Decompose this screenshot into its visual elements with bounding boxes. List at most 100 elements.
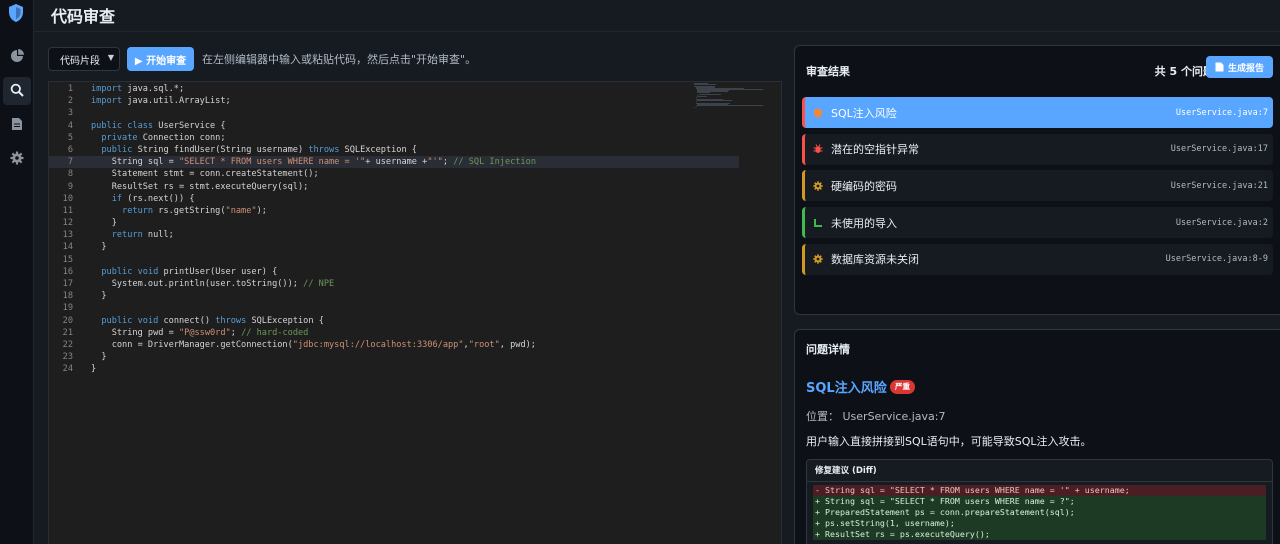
diff-title: 修复建议 (Diff) [807, 460, 1272, 482]
line-text: Statement stmt = conn.createStatement(); [91, 169, 319, 180]
issue-list-item[interactable]: SQL注入风险 UserService.java:7 [802, 97, 1273, 128]
issue-list-item[interactable]: 硬编码的密码 UserService.java:21 [802, 170, 1273, 202]
line-number: 21 [62, 327, 73, 338]
line-text: ResultSet rs = stmt.executeQuery(sql); [91, 181, 309, 192]
code-line[interactable]: 20 public void connect() throws SQLExcep… [49, 315, 739, 327]
issue-file-location: UserService.java:21 [1170, 180, 1268, 191]
line-text: public String findUser(String username) … [101, 144, 417, 155]
issue-description: 用户输入直接拼接到SQL语句中，可能导致SQL注入攻击。 [806, 435, 1092, 448]
diff-line-removed: - String sql = "SELECT * FROM users WHER… [813, 485, 1266, 496]
code-line[interactable]: 22 conn = DriverManager.getConnection("j… [49, 339, 739, 351]
line-text: return null; [111, 230, 174, 241]
diff-body: - String sql = "SELECT * FROM users WHER… [807, 482, 1272, 543]
left-nav-bar [0, 0, 34, 544]
issue-label: 硬编码的密码 [831, 179, 897, 193]
line-text: import java.sql.*; [91, 84, 185, 94]
line-text: String sql = "SELECT * FROM users WHERE … [91, 157, 537, 168]
line-text: return rs.getString("name"); [122, 205, 267, 216]
line-number: 24 [62, 364, 73, 375]
code-line[interactable]: 23 } [49, 351, 739, 363]
issue-location: 位置： UserService.java:7 [806, 410, 946, 423]
code-line[interactable]: 6 public String findUser(String username… [49, 144, 739, 156]
line-number: 8 [67, 169, 73, 180]
shield-logo-icon[interactable] [5, 2, 27, 24]
issue-label: 未使用的导入 [831, 216, 897, 230]
code-line[interactable]: 11 return rs.getString("name"); [49, 205, 739, 217]
code-line[interactable]: 21 String pwd = "P@ssw0rd"; // hard-code… [49, 327, 739, 339]
detail-panel: 问题详情 SQL注入风险 严重 位置： UserService.java:7 用… [794, 329, 1280, 544]
code-line[interactable]: 14 } [49, 241, 739, 253]
editor-minimap[interactable] [694, 82, 781, 109]
line-number: 18 [62, 291, 73, 302]
line-text: public class UserService { [91, 120, 226, 131]
gear-warning-icon [813, 181, 823, 191]
code-line[interactable]: 18 } [49, 290, 739, 302]
diff-line-added: + PreparedStatement ps = conn.prepareSta… [813, 507, 1266, 518]
bug-icon [813, 144, 823, 154]
line-number: 14 [62, 242, 73, 253]
code-line[interactable]: 19 [49, 302, 739, 314]
review-nav-button[interactable] [3, 77, 31, 105]
line-text: conn = DriverManager.getConnection("jdbc… [91, 339, 536, 350]
code-line[interactable]: 8 Statement stmt = conn.createStatement(… [49, 168, 739, 180]
issue-file-location: UserService.java:17 [1170, 144, 1268, 155]
start-review-button[interactable]: ▶ 开始审查 [127, 47, 194, 71]
line-number: 20 [62, 315, 73, 326]
line-text: if (rs.next()) { [111, 193, 195, 204]
code-editor[interactable]: 1 import java.sql.*; 2 import java.util.Arr… [48, 81, 782, 544]
code-line[interactable]: 7 String sql = "SELECT * FROM users WHER… [49, 156, 739, 169]
line-text: String pwd = "P@ssw0rd"; // hard-coded [91, 327, 309, 338]
issue-list-item[interactable]: 数据库资源未关闭 UserService.java:8-9 [802, 243, 1273, 275]
code-line[interactable]: 13 return null; [49, 229, 739, 241]
code-line[interactable]: 24} [49, 363, 739, 375]
code-line[interactable]: 1 import java.sql.*; [49, 83, 739, 95]
code-line[interactable]: 15 [49, 254, 739, 266]
line-number: 16 [62, 266, 73, 277]
line-number: 7 [67, 157, 73, 168]
line-text: } [91, 352, 107, 363]
generate-report-label: 生成报告 [1227, 63, 1264, 74]
code-line[interactable]: 10 if (rs.next()) { [49, 193, 739, 205]
line-number: 19 [62, 303, 73, 314]
line-number: 13 [62, 230, 73, 241]
detail-title: 问题详情 [806, 343, 850, 356]
line-text: public void printUser(User user) { [101, 266, 278, 277]
diff-line-added: + String sql = "SELECT * FROM users WHER… [813, 496, 1266, 507]
code-line[interactable]: 9 ResultSet rs = stmt.executeQuery(sql); [49, 181, 739, 193]
code-lines[interactable]: 1 import java.sql.*; 2 import java.util.Arr… [49, 83, 739, 376]
line-number: 17 [62, 279, 73, 289]
line-number: 9 [67, 181, 73, 192]
settings-nav-button[interactable] [3, 145, 31, 173]
line-text: } [91, 218, 117, 229]
severity-badge: 严重 [890, 380, 915, 394]
mode-select[interactable]: 代码片段 ▼ [48, 47, 120, 71]
issue-file-location: UserService.java:8-9 [1165, 254, 1268, 265]
line-number: 1 [67, 84, 73, 94]
issue-list-item[interactable]: 未使用的导入 UserService.java:2 [802, 207, 1273, 239]
line-text: } [91, 291, 107, 302]
issue-file-location: UserService.java:7 [1175, 107, 1268, 118]
report-file-icon [1215, 62, 1224, 72]
line-text: import java.util.ArrayList; [91, 96, 231, 107]
code-line[interactable]: 12 } [49, 217, 739, 229]
generate-report-button[interactable]: 生成报告 [1206, 56, 1273, 78]
shield-icon [813, 108, 823, 118]
code-line[interactable]: 16 public void printUser(User user) { [49, 266, 739, 278]
code-line[interactable]: 4 public class UserService { [49, 120, 739, 132]
diff-line-added: + ps.setString(1, username); [813, 518, 1266, 529]
chart-icon [813, 218, 823, 228]
code-line[interactable]: 2 import java.util.ArrayList; [49, 95, 739, 107]
code-line[interactable]: 17 System.out.println(user.toString()); … [49, 278, 739, 290]
code-line[interactable]: 5 private Connection conn; [49, 132, 739, 144]
documents-nav-button[interactable] [3, 111, 31, 139]
code-line[interactable]: 3 [49, 107, 739, 119]
line-number: 22 [62, 339, 73, 350]
dashboard-nav-button[interactable] [3, 43, 31, 71]
chevron-down-icon: ▼ [107, 53, 114, 62]
line-number: 3 [67, 108, 73, 119]
issue-list-item[interactable]: 潜在的空指针异常 UserService.java:17 [802, 133, 1273, 165]
results-panel: 审查结果 共 5 个问题 生成报告 SQL注入风险 UserService.jav… [794, 45, 1280, 315]
pie-chart-icon [10, 48, 24, 66]
diff-line-added: + ResultSet rs = ps.executeQuery(); [813, 529, 1266, 540]
line-text: public void connect() throws SQLExceptio… [101, 315, 324, 326]
